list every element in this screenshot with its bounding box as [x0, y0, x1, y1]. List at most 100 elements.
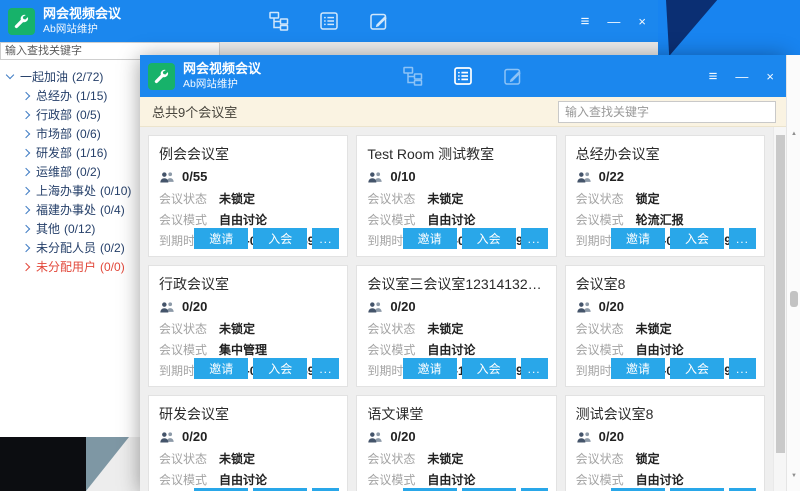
join-button[interactable]: 入会: [253, 228, 307, 249]
status-label: 会议状态: [576, 450, 636, 467]
tree-item-count: (2/72): [72, 70, 103, 84]
invite-button[interactable]: 邀请: [611, 358, 665, 379]
room-card: 语文课堂 0/20: [356, 395, 556, 491]
room-status-row: 会议状态未锁定: [367, 190, 545, 207]
room-count-value: 0/20: [182, 299, 207, 314]
more-button[interactable]: ...: [521, 228, 548, 249]
desktop-gray-triangle: [86, 437, 129, 491]
chevron-icon: [22, 148, 30, 156]
room-card: 测试会议室8 0/20: [565, 395, 765, 491]
join-button[interactable]: 入会: [253, 358, 307, 379]
room-name: 会议室三会议室123141324141三会议室: [367, 274, 545, 294]
tree-item-label: 运维部: [36, 163, 72, 180]
room-name: 会议室8: [576, 274, 754, 294]
status-label: 会议状态: [576, 190, 636, 207]
room-actions: 邀请 入会 ...: [194, 358, 339, 379]
room-mode-row: 会议模式集中管理: [159, 341, 337, 358]
chevron-icon: [22, 205, 30, 213]
status-label: 会议状态: [159, 320, 219, 337]
room-actions: 邀请 入会 ...: [194, 228, 339, 249]
room-actions: 邀请 入会 ...: [403, 358, 548, 379]
room-name: 总经办会议室: [576, 144, 754, 164]
invite-button[interactable]: 邀请: [611, 228, 665, 249]
tree-item-count: (0/5): [76, 108, 101, 122]
invite-button[interactable]: 邀请: [194, 358, 248, 379]
close-button[interactable]: ×: [766, 70, 774, 83]
scrollbar-thumb-fragment[interactable]: [790, 291, 798, 307]
more-button[interactable]: ...: [729, 358, 756, 379]
titlebar: 网会视频会议 Ab网站维护: [0, 0, 658, 42]
people-icon: [367, 171, 383, 183]
status-label: 会议状态: [159, 450, 219, 467]
mode-value: 自由讨论: [636, 473, 684, 487]
edit-icon[interactable]: [502, 65, 524, 87]
mode-label: 会议模式: [576, 471, 636, 488]
status-value: 未锁定: [427, 322, 463, 336]
status-value: 锁定: [636, 452, 660, 466]
minimize-button[interactable]: —: [735, 70, 748, 83]
room-search-input[interactable]: [558, 101, 776, 123]
status-value: 锁定: [636, 192, 660, 206]
room-count-value: 0/20: [599, 429, 624, 444]
tree-item-count: (0/2): [100, 241, 125, 255]
chevron-icon: [22, 91, 30, 99]
chevron-icon: [22, 243, 30, 251]
tree-item-count: (0/6): [76, 127, 101, 141]
room-actions: 邀请 入会 ...: [403, 228, 548, 249]
tree-item-label: 一起加油: [20, 68, 68, 85]
invite-button[interactable]: 邀请: [403, 228, 457, 249]
close-button[interactable]: ×: [638, 15, 646, 28]
app-logo-icon: [148, 63, 175, 90]
mode-label: 会议模式: [367, 211, 427, 228]
mode-label: 会议模式: [159, 211, 219, 228]
room-mode-row: 会议模式自由讨论: [367, 211, 545, 228]
join-button[interactable]: 入会: [670, 358, 724, 379]
mode-value: 自由讨论: [219, 473, 267, 487]
more-button[interactable]: ...: [312, 228, 339, 249]
org-chart-icon[interactable]: [268, 10, 290, 32]
tree-item-label: 行政部: [36, 106, 72, 123]
join-button[interactable]: 入会: [462, 358, 516, 379]
room-occupancy: 0/20: [367, 429, 545, 444]
scroll-up-icon[interactable]: ▲: [787, 131, 800, 137]
status-label: 会议状态: [159, 190, 219, 207]
menu-button[interactable]: ≡: [709, 69, 718, 84]
scrollbar-thumb[interactable]: [776, 135, 785, 453]
scroll-down-icon[interactable]: ▼: [787, 473, 800, 479]
edit-icon[interactable]: [368, 10, 390, 32]
desktop-black-area: [0, 437, 86, 491]
room-list-icon[interactable]: [318, 10, 340, 32]
more-button[interactable]: ...: [312, 358, 339, 379]
mode-value: 自由讨论: [427, 343, 475, 357]
room-name: 测试会议室8: [576, 404, 754, 424]
invite-button[interactable]: 邀请: [403, 358, 457, 379]
room-actions: 邀请 入会 ...: [611, 358, 756, 379]
minimize-button[interactable]: —: [607, 15, 620, 28]
room-status-row: 会议状态未锁定: [576, 320, 754, 337]
menu-button[interactable]: ≡: [581, 14, 590, 29]
app-logo-icon: [8, 8, 35, 35]
room-card: 会议室三会议室123141324141三会议室 0/20: [356, 265, 556, 387]
room-card: 会议室8 0/20: [565, 265, 765, 387]
more-button[interactable]: ...: [729, 228, 756, 249]
room-list-icon[interactable]: [452, 65, 474, 87]
join-button[interactable]: 入会: [462, 228, 516, 249]
room-count-text: 总共9个会议室: [152, 102, 237, 121]
people-icon: [159, 301, 175, 313]
status-value: 未锁定: [427, 452, 463, 466]
join-button[interactable]: 入会: [670, 228, 724, 249]
vertical-scrollbar[interactable]: [773, 127, 786, 491]
status-label: 会议状态: [367, 450, 427, 467]
room-status-row: 会议状态未锁定: [159, 320, 337, 337]
tree-item-label: 研发部: [36, 144, 72, 161]
room-count-value: 0/22: [599, 169, 624, 184]
toolbar: [402, 55, 524, 97]
invite-button[interactable]: 邀请: [194, 228, 248, 249]
room-name: 研发会议室: [159, 404, 337, 424]
room-occupancy: 0/10: [367, 169, 545, 184]
people-icon: [576, 301, 592, 313]
more-button[interactable]: ...: [521, 358, 548, 379]
tree-item-count: (1/16): [76, 146, 107, 160]
app-subtitle: Ab网站维护: [183, 78, 261, 91]
org-chart-icon[interactable]: [402, 65, 424, 87]
